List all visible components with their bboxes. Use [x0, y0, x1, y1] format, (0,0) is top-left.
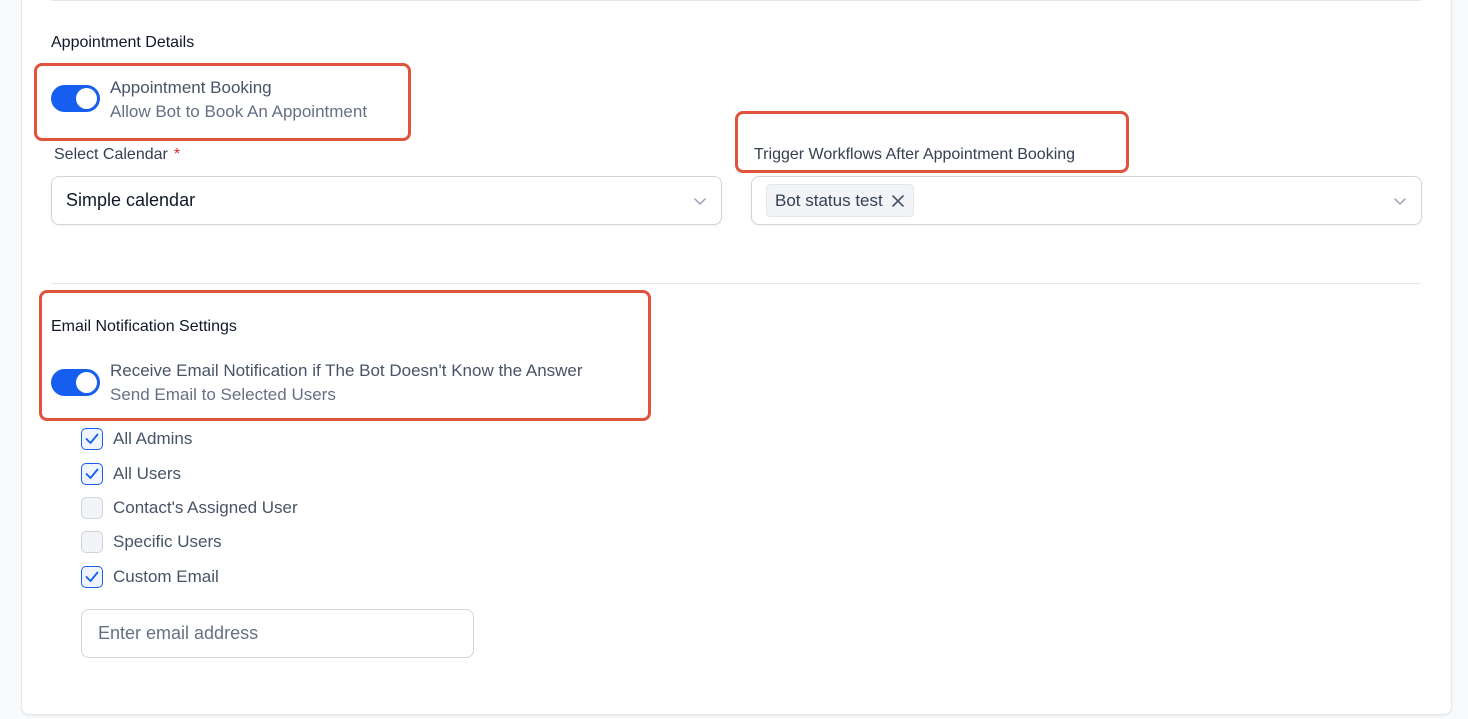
- checkbox-label: All Admins: [113, 429, 193, 448]
- trigger-workflows-label: Trigger Workflows After Appointment Book…: [754, 146, 1076, 163]
- checkbox-box[interactable]: [81, 428, 103, 450]
- checkbox-specific-users[interactable]: Specific Users: [81, 530, 222, 554]
- appointment-booking-text: Appointment Booking Allow Bot to Book An…: [110, 76, 367, 124]
- workflow-tag: Bot status test: [766, 184, 914, 217]
- top-divider: [51, 0, 1421, 1]
- checkbox-label: Custom Email: [113, 567, 219, 586]
- check-icon: [85, 571, 99, 582]
- appointment-booking-description: Allow Bot to Book An Appointment: [110, 102, 368, 121]
- appointment-booking-title: Appointment Booking: [110, 78, 272, 97]
- email-notification-title: Receive Email Notification if The Bot Do…: [110, 361, 583, 380]
- checkbox-label: Specific Users: [113, 532, 222, 551]
- required-mark: *: [173, 146, 181, 163]
- appointment-section-title: Appointment Details: [51, 34, 195, 51]
- checkbox-box[interactable]: [81, 497, 103, 519]
- calendar-select-value: Simple calendar: [66, 190, 196, 210]
- select-calendar-label: Select Calendar *: [54, 146, 180, 164]
- check-icon: [85, 468, 99, 479]
- calendar-select[interactable]: Simple calendar: [51, 176, 722, 225]
- toggle-knob: [76, 372, 97, 393]
- checkbox-box[interactable]: [81, 566, 103, 588]
- email-notification-text: Receive Email Notification if The Bot Do…: [110, 359, 583, 407]
- section-divider: [51, 283, 1421, 284]
- close-icon[interactable]: [891, 194, 905, 208]
- checkbox-all-users[interactable]: All Users: [81, 462, 181, 486]
- toggle-knob: [76, 88, 97, 109]
- workflow-tag-label: Bot status test: [775, 190, 883, 210]
- checkbox-label: Contact's Assigned User: [113, 498, 298, 517]
- check-icon: [85, 433, 99, 444]
- chevron-down-icon: [1394, 198, 1406, 205]
- checkbox-box[interactable]: [81, 463, 103, 485]
- checkbox-box[interactable]: [81, 531, 103, 553]
- checkbox-contacts-assigned-user[interactable]: Contact's Assigned User: [81, 496, 298, 520]
- workflows-select[interactable]: Bot status test: [751, 176, 1422, 225]
- chevron-down-icon: [694, 198, 706, 205]
- checkbox-custom-email[interactable]: Custom Email: [81, 565, 219, 589]
- select-calendar-label-text: Select Calendar: [54, 146, 168, 163]
- email-section-title: Email Notification Settings: [51, 318, 237, 335]
- checkbox-label: All Users: [113, 464, 182, 483]
- email-notification-toggle[interactable]: [51, 369, 100, 396]
- custom-email-input[interactable]: [81, 609, 474, 658]
- email-notification-description: Send Email to Selected Users: [110, 385, 336, 404]
- checkbox-all-admins[interactable]: All Admins: [81, 427, 192, 451]
- appointment-booking-toggle[interactable]: [51, 85, 100, 112]
